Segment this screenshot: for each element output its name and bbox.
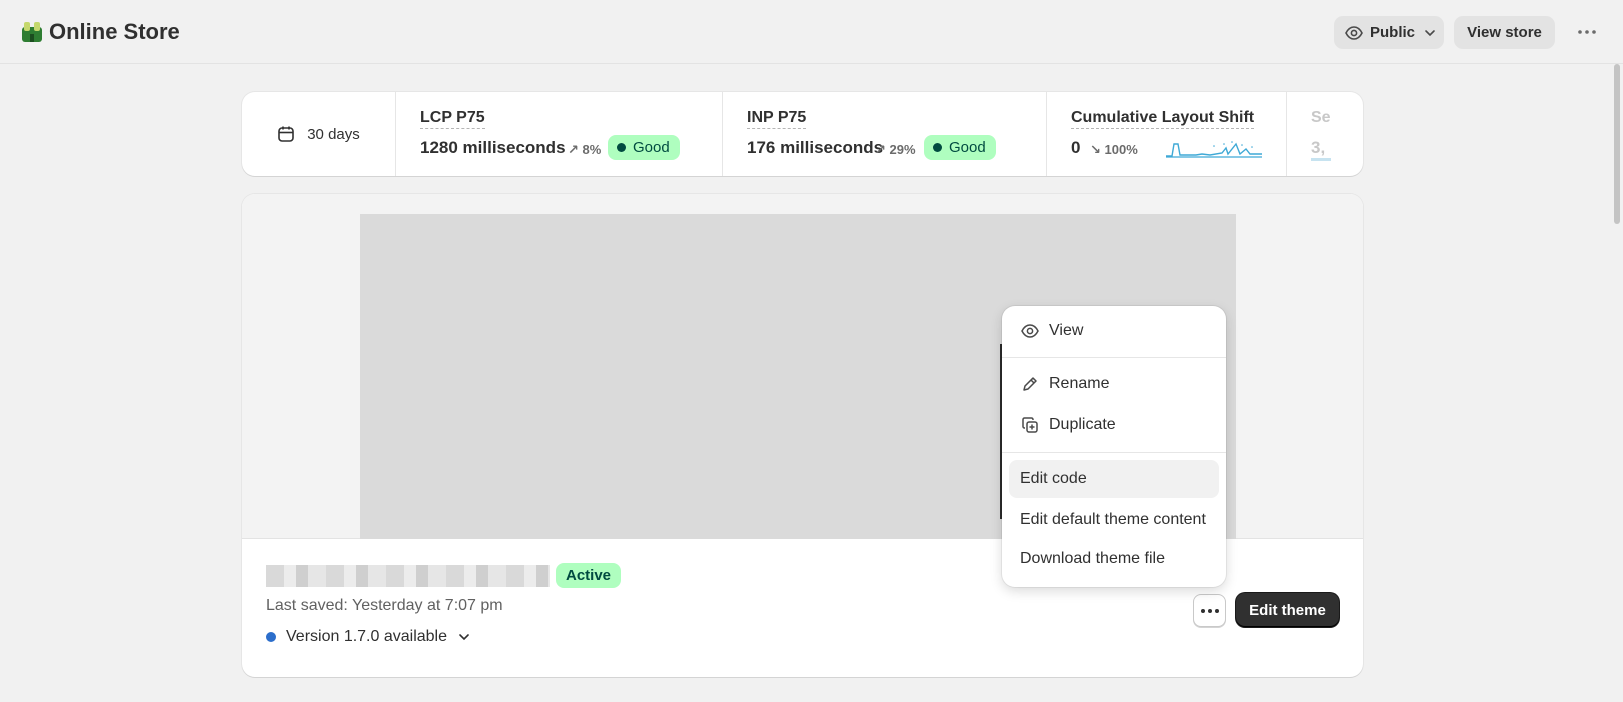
metric-lcp[interactable]: LCP P75 1280 milliseconds ↗ 8% Good <box>396 92 723 176</box>
metric-label: LCP P75 <box>420 109 485 129</box>
cls-sparkline <box>1166 141 1262 158</box>
menu-item-duplicate[interactable]: Duplicate <box>1009 406 1219 444</box>
metric-partially-visible[interactable]: Se 3, <box>1287 92 1363 176</box>
duplicate-icon <box>1022 417 1038 433</box>
menu-item-download-theme-file[interactable]: Download theme file <box>1009 540 1219 578</box>
metric-value: 3, <box>1311 138 1326 157</box>
status-dot <box>266 632 276 642</box>
theme-actions-menu: View Rename Duplicate Edit code Edit def… <box>1002 306 1226 587</box>
version-label: Version 1.7.0 available <box>286 628 447 645</box>
more-actions-icon[interactable] <box>1576 24 1598 40</box>
page-title: Online Store <box>49 19 180 44</box>
visibility-button[interactable]: Public <box>1334 16 1444 49</box>
metric-value: 0 <box>1071 138 1081 157</box>
menu-item-edit-code[interactable]: Edit code <box>1009 460 1219 498</box>
menu-item-view[interactable]: View <box>1009 312 1219 350</box>
more-horizontal-icon <box>1200 608 1219 613</box>
metric-trend: ↗ 8% <box>568 142 602 157</box>
top-bar: Online Store Public View store <box>0 0 1623 64</box>
scrollbar[interactable] <box>1614 64 1620 224</box>
visibility-label: Public <box>1370 24 1416 41</box>
metric-value: 1280 milliseconds <box>420 138 566 157</box>
metric-value: 176 milliseconds <box>747 138 884 157</box>
date-range-selector[interactable]: 30 days <box>242 92 396 176</box>
calendar-icon <box>278 126 295 142</box>
metric-cls[interactable]: Cumulative Layout Shift 0 ↘ 100% <box>1047 92 1287 176</box>
status-badge: Good <box>924 135 996 160</box>
metric-trend: ↗ 29% <box>875 142 916 157</box>
status-badge: Active <box>556 563 622 588</box>
arrow-down-right-icon: ↘ <box>1090 142 1101 157</box>
menu-item-edit-default-theme-content[interactable]: Edit default theme content <box>1009 501 1219 539</box>
metric-label: INP P75 <box>747 109 807 129</box>
edit-theme-button[interactable]: Edit theme <box>1236 593 1339 627</box>
eye-icon <box>1345 25 1363 40</box>
theme-name-redacted <box>266 565 550 587</box>
date-range-label: 30 days <box>307 125 360 143</box>
status-badge: Good <box>608 135 680 160</box>
menu-item-rename[interactable]: Rename <box>1009 365 1219 403</box>
web-performance-metrics: 30 days LCP P75 1280 milliseconds ↗ 8% G… <box>242 92 1363 176</box>
metric-trend: ↘ 100% <box>1090 142 1138 157</box>
menu-divider <box>1002 357 1226 358</box>
theme-actions-button[interactable] <box>1193 594 1226 627</box>
last-saved-text: Last saved: Yesterday at 7:07 pm <box>266 597 503 614</box>
metric-inp[interactable]: INP P75 176 milliseconds ↗ 29% Good <box>723 92 1047 176</box>
view-store-button[interactable]: View store <box>1454 16 1555 49</box>
version-available[interactable]: Version 1.7.0 available <box>266 628 471 646</box>
sparkline-fragment <box>1311 158 1331 161</box>
metric-label: Cumulative Layout Shift <box>1071 109 1255 129</box>
online-store-icon <box>22 22 42 42</box>
eye-icon <box>1021 324 1039 338</box>
pencil-icon <box>1023 377 1037 391</box>
chevron-down-icon <box>1425 29 1435 36</box>
arrow-up-right-icon: ↗ <box>875 142 886 157</box>
menu-divider <box>1002 452 1226 453</box>
chevron-down-icon <box>459 634 469 641</box>
arrow-up-right-icon: ↗ <box>568 142 579 157</box>
metric-label: Se <box>1311 109 1331 126</box>
